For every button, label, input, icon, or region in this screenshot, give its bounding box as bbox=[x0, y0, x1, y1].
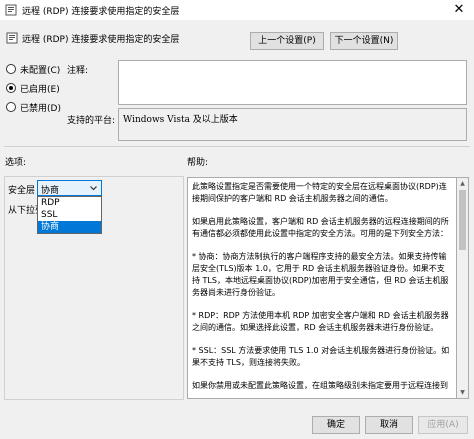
scroll-up-icon[interactable]: ▲ bbox=[457, 178, 468, 189]
dropdown-option-rdp[interactable]: RDP bbox=[38, 197, 101, 209]
security-layer-label: 安全层 bbox=[8, 186, 36, 196]
help-paragraph: 如果启用此策略设置，客户端和 RD 会话主机服务器的远程连接期间的所有通信都必须… bbox=[192, 217, 449, 238]
radio-not-configured[interactable] bbox=[6, 64, 16, 74]
options-label: 选项: bbox=[5, 158, 27, 168]
scroll-down-icon[interactable]: ▼ bbox=[457, 387, 468, 398]
setting-name: 远程 (RDP) 连接要求使用指定的安全层 bbox=[22, 35, 180, 45]
help-paragraph: 此策略设置指定是否需要使用一个特定的安全层在远程桌面协议(RDP)连接期间保护的… bbox=[192, 182, 447, 203]
comment-label: 注释: bbox=[67, 66, 89, 76]
radio-label-enabled: 已启用(E) bbox=[20, 85, 60, 95]
help-label: 帮助: bbox=[187, 158, 209, 168]
radio-label-disabled: 已禁用(D) bbox=[20, 104, 61, 114]
cancel-button[interactable]: 取消 bbox=[365, 416, 413, 434]
help-paragraph: 如果你禁用或未配置此策略设置，在组策略级别未指定要用于远程连接到 bbox=[192, 381, 448, 390]
policy-setting-icon bbox=[5, 4, 17, 16]
security-layer-dropdown: RDP SSL 协商 bbox=[37, 196, 102, 234]
window-title: 远程 (RDP) 连接要求使用指定的安全层 bbox=[22, 7, 180, 17]
help-paragraph: * RDP：RDP 方法使用本机 RDP 加密安全客户端和 RD 会话主机服务器… bbox=[192, 311, 449, 332]
dropdown-option-ssl[interactable]: SSL bbox=[38, 209, 101, 221]
dropdown-option-negotiate[interactable]: 协商 bbox=[38, 221, 101, 233]
scrollbar-thumb[interactable] bbox=[459, 190, 466, 250]
section-divider bbox=[4, 146, 470, 147]
ok-button[interactable]: 确定 bbox=[312, 416, 360, 434]
comment-textarea[interactable] bbox=[118, 60, 467, 105]
help-paragraph: * SSL：SSL 方法要求使用 TLS 1.0 对会话主机服务器进行身份验证。… bbox=[192, 346, 450, 367]
help-scrollbar[interactable]: ▲ ▼ bbox=[457, 177, 469, 399]
radio-enabled[interactable] bbox=[6, 83, 16, 93]
policy-setting-icon bbox=[6, 32, 18, 44]
close-icon[interactable]: ✕ bbox=[444, 0, 474, 20]
previous-setting-button[interactable]: 上一个设置(P) bbox=[250, 32, 324, 50]
supported-platform-label: 支持的平台: bbox=[67, 116, 116, 126]
help-text-box: 此策略设置指定是否需要使用一个特定的安全层在远程桌面协议(RDP)连接期间保护的… bbox=[187, 177, 457, 399]
supported-platform-value: Windows Vista 及以上版本 bbox=[118, 108, 467, 141]
chevron-down-icon bbox=[90, 186, 97, 191]
help-paragraph: * 协商：协商方法制执行的客户端程序支持的最安全方法。如果支持传输层安全(TLS… bbox=[192, 252, 449, 297]
security-layer-select[interactable]: 协商 bbox=[37, 180, 102, 196]
next-setting-button[interactable]: 下一个设置(N) bbox=[330, 32, 398, 50]
apply-button[interactable]: 应用(A) bbox=[418, 416, 468, 434]
radio-label-not-configured: 未配置(C) bbox=[20, 66, 61, 76]
security-layer-selected-value: 协商 bbox=[41, 186, 60, 196]
radio-disabled[interactable] bbox=[6, 102, 16, 112]
